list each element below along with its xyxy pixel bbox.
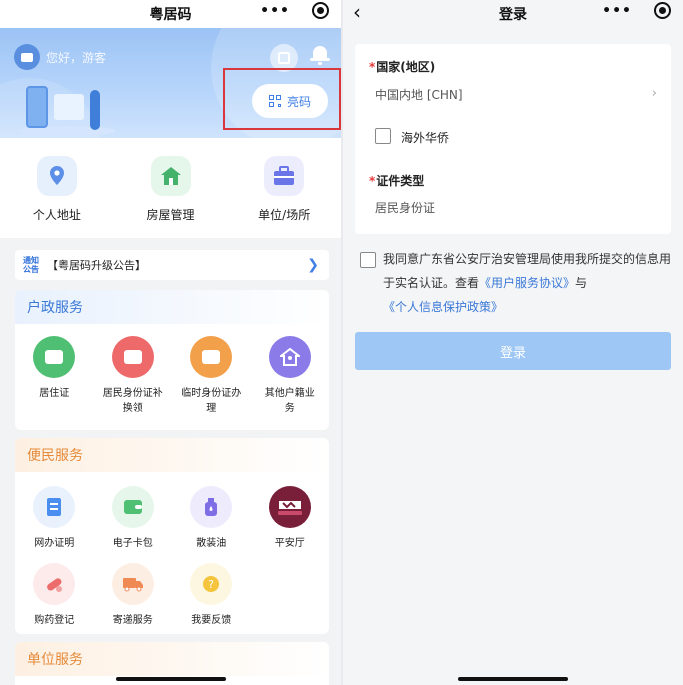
overseas-label: 海外华侨 [401,131,450,145]
id-type-select[interactable]: 居民身份证 [375,199,435,216]
card-icon [21,52,33,62]
chevron-right-icon: › [651,86,657,101]
id-card-icon [111,336,154,378]
service-label: 散装油 [196,538,227,549]
section-title: 户政服务 [15,290,329,324]
service-label: 平安厅 [274,538,305,549]
home-indicator [458,677,568,681]
highlight-box [223,68,341,130]
notice-bar[interactable]: 通知公告 【粤居码升级公告】 ❯ [15,250,329,280]
service-id-card-replace[interactable]: 居民身份证补换领 [94,336,173,416]
service-e-wallet[interactable]: 电子卡包 [94,486,173,551]
privacy-policy-link[interactable]: 《个人信息保护政策》 [383,300,503,314]
section-title: 单位服务 [15,642,329,676]
avatar[interactable] [14,44,40,70]
quick-item-label: 个人地址 [32,208,81,222]
service-feedback[interactable]: ? 我要反馈 [172,563,251,628]
service-online-certificate[interactable]: 网办证明 [15,486,94,551]
certificate-icon [33,486,76,528]
nav-bar: 粤居码 ••• [0,0,341,28]
section-title: 便民服务 [15,438,329,472]
quick-item-label: 单位/场所 [258,208,311,222]
close-miniprogram-icon[interactable] [654,2,671,19]
quick-item-label: 房屋管理 [146,208,195,222]
service-label: 居民身份证补换领 [102,388,163,414]
yuejuma-home-screen: 粤居码 ••• 您好，游客 亮码 个人地址 房屋管理 单位/场所 通知公告 【粤… [0,0,341,685]
briefcase-icon [264,156,305,196]
feedback-icon: ? [190,563,233,605]
back-icon[interactable]: ‹ [353,2,361,22]
location-pin-icon [36,156,77,196]
page-title: 粤居码 [149,7,192,23]
login-form: *国家(地区) 中国内地 [CHN] › 海外华侨 *证件类型 居民身份证 [355,44,671,234]
wallet-icon [111,486,154,528]
agreement-checkbox[interactable] [360,252,376,268]
quick-item-address[interactable]: 个人地址 [0,138,114,238]
quick-item-house[interactable]: 房屋管理 [114,138,228,238]
service-household-other[interactable]: 其他户籍业务 [251,336,330,416]
quick-item-unit[interactable]: 单位/场所 [227,138,341,238]
country-select[interactable]: 中国内地 [CHN] [375,86,463,103]
service-label: 网办证明 [34,538,75,549]
service-residence-permit[interactable]: 居住证 [15,336,94,416]
service-label: 居住证 [39,388,70,399]
household-icon [268,336,311,378]
id-type-label: *证件类型 [369,174,425,188]
service-label: 我要反馈 [191,615,232,626]
service-temp-id[interactable]: 临时身份证办理 [172,336,251,416]
chevron-right-icon: ❯ [307,257,319,273]
quick-entry-bar: 个人地址 房屋管理 单位/场所 [0,138,341,238]
miniprogram-capsule: ••• [602,2,671,19]
home-indicator [116,677,226,681]
agreement-text: 我同意广东省公安厅治安管理局使用我所提交的信息用于实名认证。查看《用户服务协议》… [383,247,673,319]
greeting-text: 您好，游客 [46,51,107,65]
login-screen: ‹ 登录 ••• *国家(地区) 中国内地 [CHN] › 海外华侨 *证件类型… [343,0,683,685]
household-services-panel: 户政服务 居住证 居民身份证补换领 临时身份证办理 其他户籍业务 [15,290,329,430]
login-button[interactable]: 登录 [355,332,671,370]
service-delivery[interactable]: 寄递服务 [94,563,173,628]
more-icon[interactable]: ••• [260,3,290,19]
bell-icon[interactable] [310,44,330,66]
convenience-services-panel: 便民服务 网办证明 电子卡包 散装油 平安厅 购药登记 寄递服务 ? 我要反馈 [15,438,329,634]
service-label: 其他户籍业务 [264,388,315,414]
residence-card-icon [33,336,76,378]
delivery-truck-icon [111,563,154,605]
miniprogram-capsule: ••• [260,2,329,19]
overseas-checkbox[interactable] [375,128,391,144]
more-icon[interactable]: ••• [602,3,632,19]
service-bulk-oil[interactable]: 散装油 [172,486,251,551]
service-label: 购药登记 [34,615,75,626]
scan-icon [278,52,290,64]
agreement-conjunction: 与 [575,276,588,290]
ping-an-ting-logo-icon [268,486,311,528]
service-label: 临时身份证办理 [181,388,242,414]
country-label: *国家(地区) [369,60,436,74]
page-title: 登录 [499,7,527,23]
service-label: 寄递服务 [112,615,153,626]
notice-text: 【粤居码升级公告】 [47,259,146,272]
user-agreement-link[interactable]: 《用户服务协议》 [479,276,575,290]
close-miniprogram-icon[interactable] [312,2,329,19]
service-medicine-registration[interactable]: 购药登记 [15,563,94,628]
service-label: 电子卡包 [112,538,153,549]
nav-bar: ‹ 登录 ••• [343,0,683,28]
oil-bottle-icon [190,486,233,528]
temp-id-icon [190,336,233,378]
svg-text:?: ? [208,578,214,591]
house-icon [150,156,191,196]
pill-icon [33,563,76,605]
hero-illustration [18,80,138,138]
notice-tag: 通知公告 [23,256,39,274]
service-ping-an-ting[interactable]: 平安厅 [251,486,330,551]
